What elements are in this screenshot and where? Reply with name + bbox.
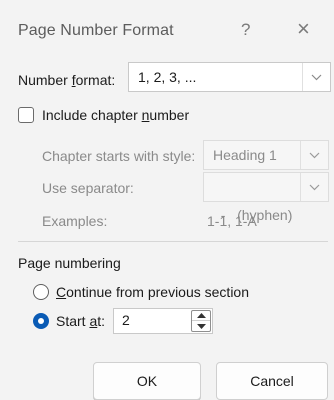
number-format-value: 1, 2, 3, ...: [138, 69, 197, 85]
chapter-style-select[interactable]: Heading 1: [203, 140, 329, 170]
section-divider: [18, 241, 328, 242]
start-at-label-post: t:: [97, 313, 106, 329]
number-format-select[interactable]: 1, 2, 3, ...: [128, 62, 331, 92]
start-at-value[interactable]: 2: [122, 312, 130, 328]
start-at-spinner[interactable]: 2: [113, 308, 213, 334]
examples-label: Examples:: [42, 213, 108, 229]
page-numbering-heading: Page numbering: [18, 255, 121, 271]
include-chapter-checkbox[interactable]: [18, 107, 34, 123]
spinner-buttons: [191, 310, 211, 332]
continue-mnemonic: C: [56, 284, 67, 300]
include-chapter-label-post: umber: [149, 107, 190, 123]
chevron-down-icon[interactable]: [300, 141, 328, 169]
start-at-label: Start at:: [56, 313, 105, 329]
ok-button[interactable]: OK: [93, 362, 201, 400]
help-button[interactable]: ?: [241, 20, 250, 40]
close-button[interactable]: ×: [297, 18, 310, 40]
separator-label: Use separator:: [42, 180, 134, 196]
continue-radio[interactable]: [33, 284, 49, 300]
include-chapter-label-pre: Include chapter: [42, 107, 142, 123]
continue-label: Continue from previous section: [56, 284, 249, 300]
examples-value: 1-1, 1-A: [207, 213, 257, 229]
spin-down-icon[interactable]: [192, 321, 210, 331]
include-chapter-label: Include chapter number: [42, 107, 189, 123]
start-at-radio[interactable]: [33, 313, 49, 329]
number-format-label-pre: Number: [18, 72, 72, 88]
spin-up-icon[interactable]: [192, 311, 210, 321]
cancel-button[interactable]: Cancel: [216, 362, 328, 400]
chevron-down-icon[interactable]: [300, 173, 328, 201]
number-format-label: Number format:: [18, 72, 115, 88]
chapter-style-label: Chapter starts with style:: [42, 148, 196, 164]
number-format-label-post: ormat:: [75, 72, 116, 88]
separator-select[interactable]: - (hyphen): [203, 172, 329, 223]
dialog-title: Page Number Format: [18, 22, 174, 39]
continue-label-post: ontinue from previous section: [66, 284, 249, 300]
start-at-label-pre: Start: [56, 313, 90, 329]
chapter-style-value: Heading 1: [213, 147, 277, 163]
chevron-down-icon[interactable]: [302, 63, 330, 91]
